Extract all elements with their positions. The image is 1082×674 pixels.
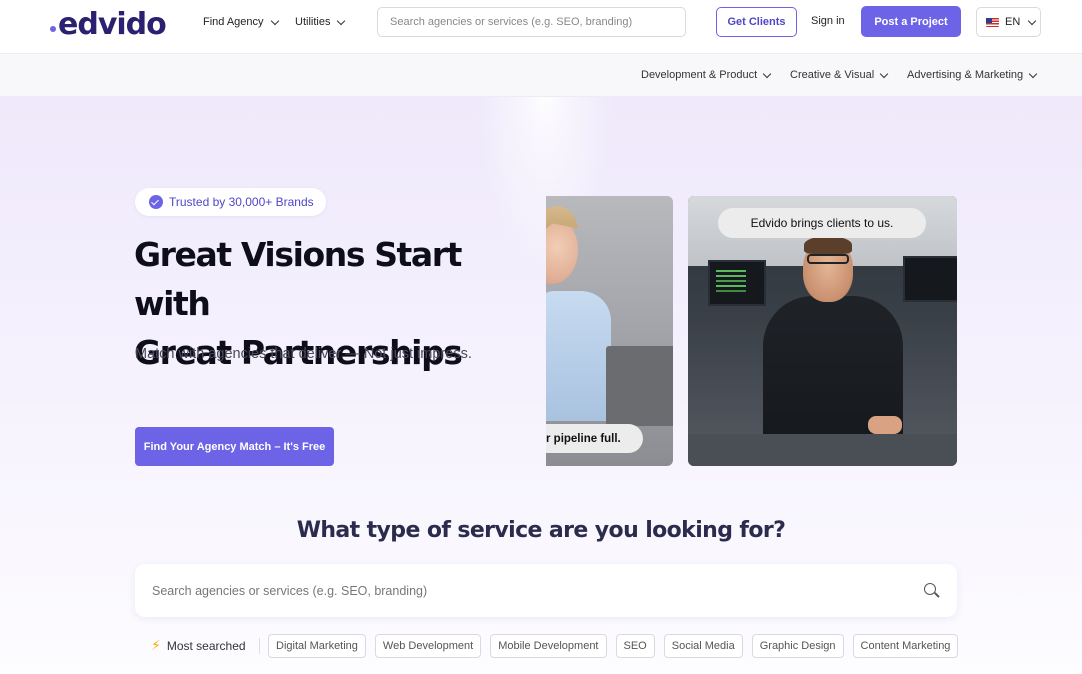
- language-selector[interactable]: EN: [976, 7, 1041, 37]
- service-search-title: What type of service are you looking for…: [296, 518, 786, 543]
- chevron-down-icon: [1028, 69, 1038, 78]
- photo-hair: [804, 236, 852, 254]
- logo-text: edvido: [58, 6, 167, 42]
- nav-utilities[interactable]: Utilities: [295, 16, 346, 28]
- language-label: EN: [1005, 16, 1021, 28]
- most-searched-text: Most searched: [166, 639, 246, 653]
- tag-web-development[interactable]: Web Development: [374, 634, 482, 658]
- subnav-development-product[interactable]: Development & Product: [641, 69, 772, 81]
- service-search-input[interactable]: [135, 564, 895, 617]
- chevron-down-icon: [1028, 16, 1037, 25]
- subnav-label: Advertising & Marketing: [907, 69, 1024, 81]
- post-project-button[interactable]: Post a Project: [861, 6, 961, 37]
- subnav-advertising-marketing[interactable]: Advertising & Marketing: [907, 69, 1038, 81]
- photo-monitor: [903, 256, 957, 302]
- verified-badge-icon: [149, 195, 163, 209]
- tag-graphic-design[interactable]: Graphic Design: [751, 634, 844, 658]
- subnav-label: Creative & Visual: [790, 69, 875, 81]
- chevron-down-icon: [762, 69, 772, 78]
- photo-monitor: [708, 260, 766, 306]
- divider: [259, 638, 260, 654]
- category-subnav: Development & Product Creative & Visual …: [0, 54, 1082, 97]
- nav-find-agency[interactable]: Find Agency: [203, 16, 279, 28]
- nav-find-agency-label: Find Agency: [203, 16, 264, 28]
- tag-digital-marketing[interactable]: Digital Marketing: [268, 634, 366, 658]
- subnav-label: Development & Product: [641, 69, 758, 81]
- most-searched-label: ⚡ Most searched: [151, 638, 246, 654]
- photo-code: [716, 270, 746, 272]
- get-clients-button[interactable]: Get Clients: [716, 7, 797, 37]
- subnav-creative-visual[interactable]: Creative & Visual: [790, 69, 889, 81]
- tag-content-marketing[interactable]: Content Marketing: [852, 634, 959, 658]
- photo-laptop: [606, 346, 673, 426]
- chevron-down-icon: [270, 16, 279, 25]
- nav-utilities-label: Utilities: [295, 16, 331, 28]
- find-agency-match-button[interactable]: Find Your Agency Match – It's Free: [135, 427, 334, 466]
- hero-subtitle: Match with agencies that deliver — Not j…: [135, 346, 472, 362]
- lightning-bolt-icon: ⚡: [151, 638, 161, 654]
- testimonial-caption-2: Edvido brings clients to us.: [718, 208, 926, 238]
- chevron-down-icon: [879, 69, 889, 78]
- header-search-input[interactable]: [377, 7, 686, 37]
- sign-in-link[interactable]: Sign in: [811, 15, 845, 27]
- photo-glasses: [807, 254, 849, 264]
- edvido-logo[interactable]: edvido: [50, 6, 167, 42]
- photo-shirt: [546, 291, 611, 421]
- popular-tags: Digital Marketing Web Development Mobile…: [268, 634, 959, 658]
- service-search-box: [135, 564, 957, 617]
- hero-section: Trusted by 30,000+ Brands Great Visions …: [0, 97, 1082, 674]
- tag-seo[interactable]: SEO: [615, 634, 655, 658]
- chevron-down-icon: [337, 16, 346, 25]
- trust-badge-text: Trusted by 30,000+ Brands: [169, 195, 314, 209]
- search-icon[interactable]: [924, 583, 936, 595]
- photo-hands: [868, 416, 902, 434]
- us-flag-icon: [986, 17, 999, 27]
- tag-mobile-development[interactable]: Mobile Development: [490, 634, 607, 658]
- tag-social-media[interactable]: Social Media: [663, 634, 743, 658]
- testimonial-caption-1: r pipeline full.: [546, 424, 643, 453]
- photo-desk: [688, 434, 957, 466]
- logo-dot: [50, 26, 56, 32]
- hero-title-line1: Great Visions Start with: [134, 235, 462, 323]
- trust-badge: Trusted by 30,000+ Brands: [135, 188, 326, 216]
- top-header: edvido Find Agency Utilities Get Clients…: [0, 0, 1082, 54]
